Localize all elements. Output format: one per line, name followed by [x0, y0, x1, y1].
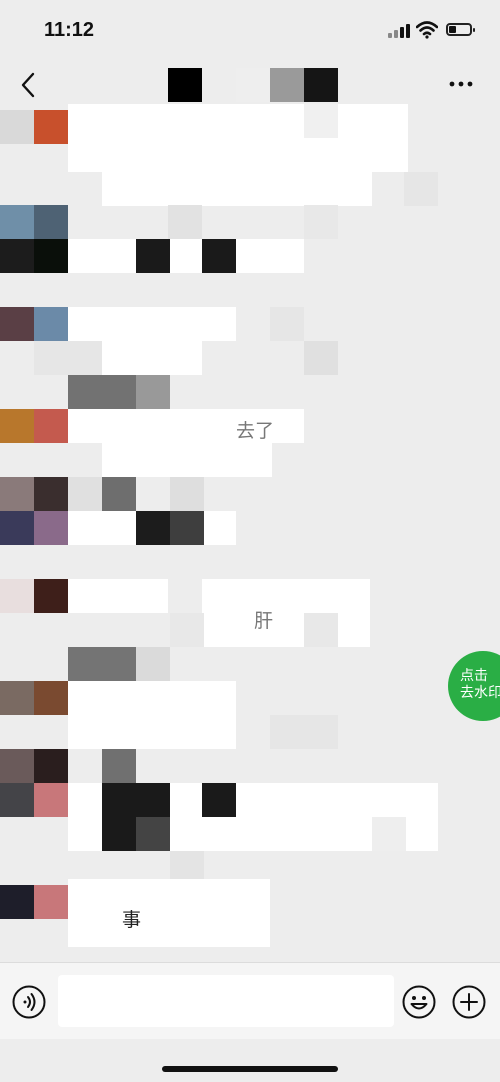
message-text: 事: [122, 910, 142, 931]
voice-input-icon[interactable]: [12, 985, 46, 1019]
message-bubble[interactable]: [102, 172, 372, 206]
message-bubble[interactable]: [68, 307, 236, 341]
message-text: 去了: [236, 421, 275, 442]
sender-avatar[interactable]: [0, 885, 68, 919]
chat-title-mosaic: [168, 68, 338, 102]
message-bubble[interactable]: [68, 579, 168, 613]
message-bubble[interactable]: [202, 579, 370, 647]
message-list[interactable]: 去了 肝 事: [0, 104, 500, 965]
input-bar: [0, 962, 500, 1039]
cellular-signal-icon: [388, 24, 410, 38]
message-bubble[interactable]: [68, 239, 304, 273]
remove-watermark-label-1: 点击: [460, 667, 488, 683]
message-bubble[interactable]: [68, 681, 236, 749]
message-bubble[interactable]: [102, 341, 202, 375]
message-bubble[interactable]: [102, 443, 272, 477]
sender-avatar[interactable]: [0, 205, 68, 273]
message-text: 肝: [254, 611, 274, 632]
sender-avatar[interactable]: [0, 749, 68, 817]
sender-avatar[interactable]: [0, 579, 68, 613]
sender-avatar[interactable]: [0, 477, 68, 545]
more-functions-plus-icon[interactable]: [452, 985, 486, 1019]
emoji-icon[interactable]: [402, 985, 436, 1019]
more-options-icon[interactable]: [448, 74, 474, 94]
chat-header: [0, 60, 500, 110]
battery-icon: [446, 23, 475, 36]
message-bubble[interactable]: [68, 104, 408, 172]
battery-level: [449, 26, 456, 33]
status-time: 11:12: [44, 19, 95, 41]
sender-avatar[interactable]: [0, 681, 68, 715]
sender-avatar[interactable]: [0, 307, 68, 341]
message-bubble[interactable]: [68, 879, 270, 947]
message-input[interactable]: [58, 975, 394, 1027]
wifi-icon: [416, 21, 438, 39]
sender-avatar[interactable]: [0, 409, 68, 443]
status-bar: 11:12: [0, 0, 500, 60]
home-indicator[interactable]: [162, 1066, 338, 1072]
sender-avatar[interactable]: [0, 110, 68, 144]
back-arrow-icon[interactable]: [14, 68, 44, 102]
remove-watermark-label-2: 去水印: [460, 684, 500, 700]
